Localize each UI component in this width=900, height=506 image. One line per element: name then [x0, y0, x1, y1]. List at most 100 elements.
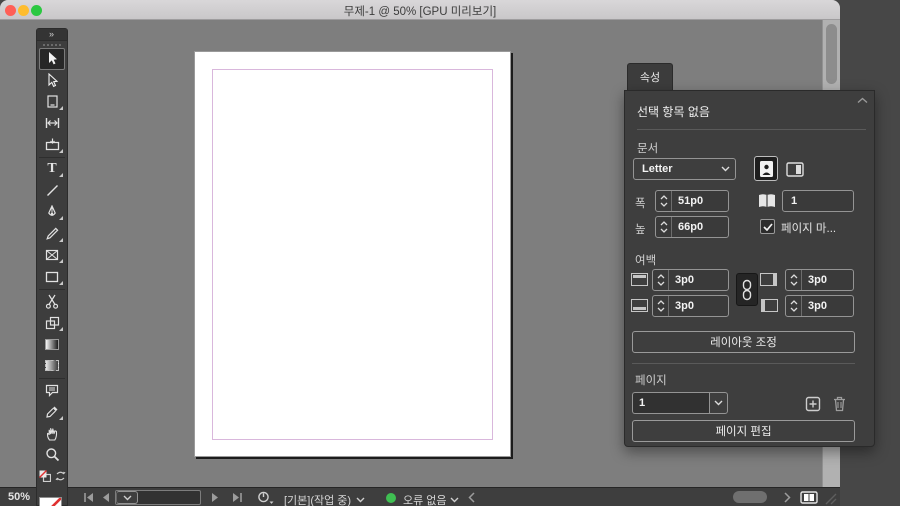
stepper-icon[interactable]	[653, 270, 669, 290]
stepper-icon[interactable]	[653, 296, 669, 316]
fill-swatch-none[interactable]	[39, 496, 62, 506]
page-count-icon	[756, 191, 778, 211]
selection-tool[interactable]	[39, 48, 65, 70]
margin-bottom-field[interactable]: 3p0	[652, 295, 729, 317]
current-page-value[interactable]: 1	[632, 392, 709, 414]
portrait-orientation-button[interactable]	[754, 156, 778, 181]
page-number-field[interactable]: 1	[115, 490, 201, 505]
stepper-icon[interactable]	[656, 217, 672, 237]
window-resize-grip[interactable]	[822, 490, 838, 506]
eyedropper-tool[interactable]	[38, 401, 66, 423]
preflight-status-chevron-icon[interactable]	[450, 494, 464, 505]
tools-panel-drag-handle[interactable]	[37, 41, 67, 48]
preflight-profile[interactable]: [기본](작업 중)	[284, 492, 351, 506]
margin-inside-field[interactable]: 3p0	[785, 269, 854, 291]
properties-panel: 선택 항목 없음 문서 Letter 폭 51p0 1 높 66p0 페이지 마…	[624, 90, 875, 447]
link-margins-button[interactable]	[736, 273, 758, 306]
content-collector-tool[interactable]	[38, 134, 66, 156]
adjust-layout-button[interactable]: 레이아웃 조정	[632, 331, 855, 353]
zoom-level[interactable]: 50%	[8, 491, 30, 503]
page-number-dropdown[interactable]	[116, 491, 138, 504]
tab-properties[interactable]: 속성	[627, 63, 673, 90]
stepper-icon[interactable]	[656, 191, 672, 211]
free-transform-tool[interactable]	[38, 312, 66, 334]
facing-pages-label[interactable]: 페이지 마...	[781, 220, 836, 236]
direct-selection-arrow-icon	[47, 72, 58, 87]
tool-group-divider	[39, 377, 65, 379]
scroll-left-arrow-icon[interactable]	[468, 492, 482, 503]
content-collector-icon	[45, 138, 59, 151]
scissors-tool[interactable]	[38, 291, 66, 313]
add-page-icon	[805, 396, 821, 412]
stepper-icon[interactable]	[786, 296, 802, 316]
gradient-feather-tool[interactable]	[38, 355, 66, 377]
document-page[interactable]	[194, 51, 511, 457]
margin-outside-field[interactable]: 3p0	[785, 295, 854, 317]
facing-pages-checkbox[interactable]	[760, 219, 775, 234]
margin-top-value[interactable]: 3p0	[669, 270, 728, 290]
width-value[interactable]: 51p0	[672, 191, 728, 211]
page-size-value: Letter	[642, 163, 673, 175]
margin-inside-value[interactable]: 3p0	[802, 270, 853, 290]
titlebar[interactable]: 무제-1 @ 50% [GPU 미리보기]	[0, 0, 840, 20]
page-count-value[interactable]: 1	[783, 191, 853, 211]
vertical-scrollbar-thumb[interactable]	[826, 24, 837, 84]
note-tool[interactable]	[38, 380, 66, 402]
tools-panel-expander[interactable]: »	[37, 29, 67, 41]
pen-tool[interactable]	[38, 202, 66, 224]
page-tool[interactable]	[38, 91, 66, 113]
first-page-button[interactable]	[82, 492, 96, 503]
rectangle-tool[interactable]	[38, 266, 66, 288]
scroll-right-arrow-icon[interactable]	[784, 492, 798, 503]
pages-spread-icon[interactable]	[800, 491, 820, 504]
rectangle-frame-tool[interactable]	[38, 245, 66, 267]
preflight-menu-icon[interactable]	[257, 491, 274, 504]
gradient-swatch-tool[interactable]	[38, 334, 66, 356]
swap-fill-stroke-icon[interactable]	[54, 469, 66, 487]
previous-page-button[interactable]	[101, 492, 115, 503]
line-tool[interactable]	[38, 180, 66, 202]
type-tool-icon: T	[47, 161, 57, 177]
width-label: 폭	[635, 198, 646, 210]
width-field[interactable]: 51p0	[655, 190, 729, 212]
next-page-button[interactable]	[210, 492, 224, 503]
preflight-profile-chevron-icon[interactable]	[356, 494, 370, 505]
selection-arrow-icon	[48, 52, 57, 65]
chevron-down-icon[interactable]	[709, 392, 728, 414]
margin-outside-value[interactable]: 3p0	[802, 296, 853, 316]
divider	[632, 363, 855, 364]
zoom-tool[interactable]	[38, 444, 66, 466]
current-page-dropdown[interactable]: 1	[632, 392, 728, 414]
delete-page-button[interactable]	[830, 394, 848, 413]
status-bar: 50% 1	[0, 487, 840, 506]
height-label: 높	[635, 224, 646, 236]
pen-tool-icon	[48, 204, 56, 216]
page-count-field[interactable]: 1	[782, 190, 854, 212]
default-fill-stroke-icon[interactable]	[38, 469, 51, 487]
no-selection-header: 선택 항목 없음	[637, 105, 710, 119]
landscape-orientation-icon	[785, 161, 804, 177]
hand-tool[interactable]	[38, 423, 66, 445]
direct-selection-tool[interactable]	[38, 70, 66, 92]
edit-pages-button[interactable]: 페이지 편집	[632, 420, 855, 442]
landscape-orientation-button[interactable]	[783, 158, 806, 180]
gap-tool[interactable]	[38, 113, 66, 135]
type-tool[interactable]: T	[38, 159, 66, 181]
last-page-button[interactable]	[230, 492, 244, 503]
page-size-dropdown[interactable]: Letter	[633, 158, 736, 180]
pencil-tool[interactable]	[38, 223, 66, 245]
margin-bottom-value[interactable]: 3p0	[669, 296, 728, 316]
collapse-panel-icon[interactable]	[857, 95, 868, 107]
height-value[interactable]: 66p0	[672, 217, 728, 237]
stepper-icon[interactable]	[786, 270, 802, 290]
preflight-status[interactable]: 오류 없음	[403, 492, 447, 506]
pencil-tool-icon	[46, 227, 59, 240]
height-field[interactable]: 66p0	[655, 216, 729, 238]
desktop: 무제-1 @ 50% [GPU 미리보기] 50% 1	[0, 0, 900, 506]
gradient-feather-tool-icon	[45, 360, 59, 372]
add-page-button[interactable]	[804, 395, 822, 413]
margin-top-field[interactable]: 3p0	[652, 269, 729, 291]
window-title: 무제-1 @ 50% [GPU 미리보기]	[343, 6, 497, 18]
pages-section-label: 페이지	[635, 375, 667, 387]
horizontal-scrollbar-thumb[interactable]	[733, 491, 767, 503]
